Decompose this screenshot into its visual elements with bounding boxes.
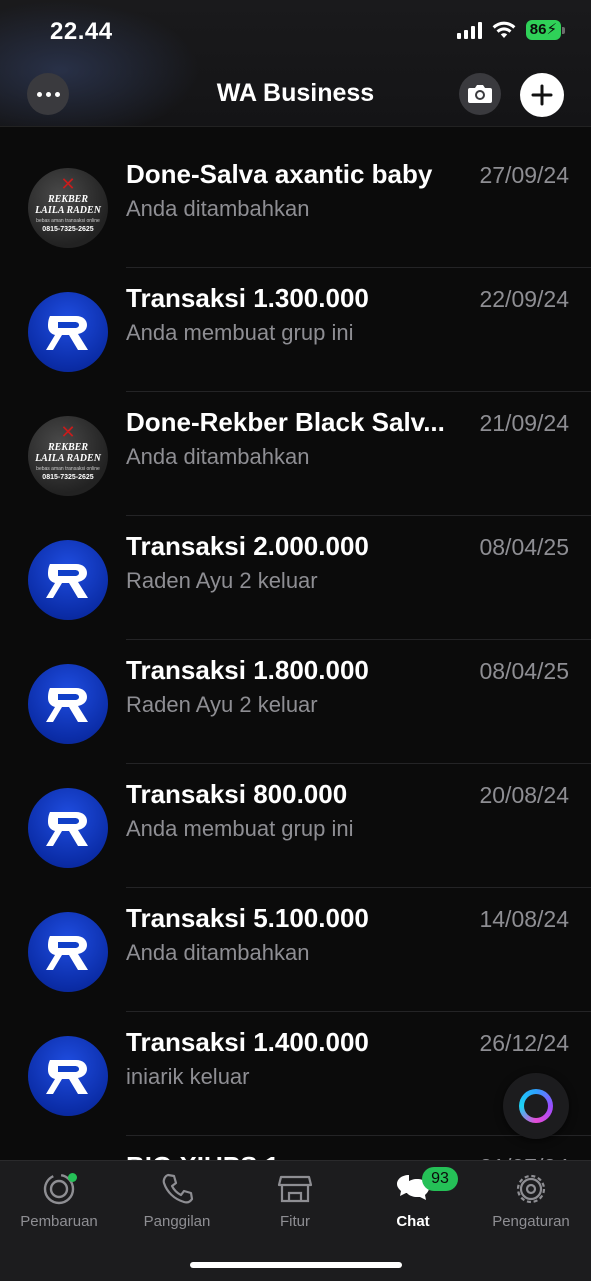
chat-last-message: Raden Ayu 2 keluar (126, 692, 318, 717)
logo-text: REKBER (47, 442, 89, 453)
group-avatar[interactable] (28, 788, 108, 868)
chat-name: Transaksi 2.000.000 (126, 531, 369, 561)
tab-fitur[interactable]: Fitur (236, 1161, 354, 1241)
chat-name: Transaksi 800.000 (126, 779, 348, 809)
plus-icon (531, 84, 553, 106)
logo-text: bebas aman transaksi online (36, 218, 100, 224)
rekber-r-logo-icon (46, 1060, 88, 1094)
unread-badge: 93 (422, 1167, 458, 1191)
logo-text: LAILA RADEN (35, 453, 101, 464)
tab-label: Panggilan (143, 1213, 211, 1230)
phone-icon (162, 1173, 194, 1204)
chat-last-message: Anda ditambahkan (126, 940, 310, 965)
chat-last-message: Anda membuat grup ini (126, 320, 354, 345)
tab-panggilan[interactable]: Panggilan (118, 1161, 236, 1241)
logo-x-mark: ✕ (60, 174, 76, 194)
status-time: 22.44 (50, 18, 113, 45)
wifi-icon (492, 21, 516, 38)
chat-last-message: Anda ditambahkan (126, 444, 310, 469)
chat-date: 14/08/24 (479, 906, 569, 932)
chat-date: 27/09/24 (479, 162, 569, 188)
chat-last-message: Raden Ayu 2 keluar (126, 568, 318, 593)
chat-date: 08/04/25 (479, 658, 569, 684)
cellular-signal-icon (456, 21, 482, 39)
page-title: WA Business (216, 79, 375, 107)
chat-date: 08/04/25 (479, 534, 569, 560)
chat-row[interactable]: ✕ REKBER LAILA RADEN bebas aman transaks… (0, 392, 591, 516)
group-avatar[interactable] (28, 540, 108, 620)
chat-name: Transaksi 1.400.000 (126, 1027, 369, 1057)
chat-row[interactable]: Transaksi 5.100.000 14/08/24 Anda ditambah… (0, 888, 591, 1012)
chat-row[interactable]: ✕ REKBER LAILA RADEN bebas aman transaks… (0, 144, 591, 268)
chat-date: 20/08/24 (479, 782, 569, 808)
logo-text: bebas aman transaksi online (36, 466, 100, 472)
group-avatar[interactable] (28, 664, 108, 744)
rekber-r-logo-icon (46, 316, 88, 350)
chat-name: Transaksi 1.300.000 (126, 283, 369, 313)
tab-chat[interactable]: 93 Chat (354, 1161, 472, 1241)
settings-gear-icon (516, 1174, 546, 1204)
chat-last-message: iniarik keluar (126, 1064, 250, 1089)
meta-ai-icon (519, 1089, 553, 1123)
camera-icon (468, 85, 492, 103)
chat-row[interactable]: Transaksi 1.800.000 08/04/25 Raden Ayu 2 k… (0, 640, 591, 764)
chat-name: Done-Salva axantic baby (126, 159, 433, 189)
logo-text: 0815-7325-2625 (42, 226, 94, 233)
chat-row[interactable]: Transaksi 1.400.000 26/12/24 iniarik kelua… (0, 1012, 591, 1136)
battery-icon: 86⚡ (525, 20, 566, 40)
store-icon (277, 1175, 313, 1203)
chat-date: 21/09/24 (479, 410, 569, 436)
group-avatar[interactable] (28, 292, 108, 372)
tab-label: Chat (396, 1213, 430, 1230)
group-avatar[interactable] (28, 1036, 108, 1116)
tab-pembaruan[interactable]: Pembaruan (0, 1161, 118, 1241)
logo-text: 0815-7325-2625 (42, 474, 94, 481)
rekber-r-logo-icon (46, 564, 88, 598)
camera-button[interactable] (459, 73, 501, 115)
chat-row[interactable]: Transaksi 1.300.000 22/09/24 Anda membuat … (0, 268, 591, 392)
meta-ai-button[interactable] (503, 1073, 569, 1139)
unread-dot (68, 1173, 77, 1182)
chat-row[interactable]: Transaksi 800.000 20/08/24 Anda membuat gr… (0, 764, 591, 888)
tab-label: Fitur (280, 1213, 310, 1230)
chat-row[interactable]: Transaksi 2.000.000 08/04/25 Raden Ayu 2 k… (0, 516, 591, 640)
rekber-r-logo-icon (46, 936, 88, 970)
rekber-r-logo-icon (46, 688, 88, 722)
chat-last-message: Anda membuat grup ini (126, 816, 354, 841)
status-bar: 22.44 86⚡ (0, 0, 591, 64)
home-indicator (190, 1262, 402, 1268)
tab-label: Pengaturan (492, 1213, 570, 1230)
logo-text: LAILA RADEN (35, 205, 101, 216)
chat-date: 22/09/24 (479, 286, 569, 312)
chat-name: Transaksi 1.800.000 (126, 655, 369, 685)
tab-label: Pembaruan (20, 1213, 98, 1230)
group-avatar[interactable]: ✕ REKBER LAILA RADEN bebas aman transaks… (28, 168, 108, 248)
tab-pengaturan[interactable]: Pengaturan (472, 1161, 590, 1241)
chat-last-message: Anda ditambahkan (126, 196, 310, 221)
group-avatar[interactable] (28, 912, 108, 992)
new-chat-button[interactable] (520, 73, 564, 117)
chat-name: Transaksi 5.100.000 (126, 903, 369, 933)
rekber-r-logo-icon (46, 812, 88, 846)
group-avatar[interactable]: ✕ REKBER LAILA RADEN bebas aman transaks… (28, 416, 108, 496)
chat-name: Done-Rekber Black Salv... (126, 407, 445, 437)
chat-list: ✕ REKBER LAILA RADEN bebas aman transaks… (0, 144, 591, 1260)
chat-date: 26/12/24 (479, 1030, 569, 1056)
logo-x-mark: ✕ (60, 422, 76, 442)
logo-text: REKBER (47, 194, 89, 205)
